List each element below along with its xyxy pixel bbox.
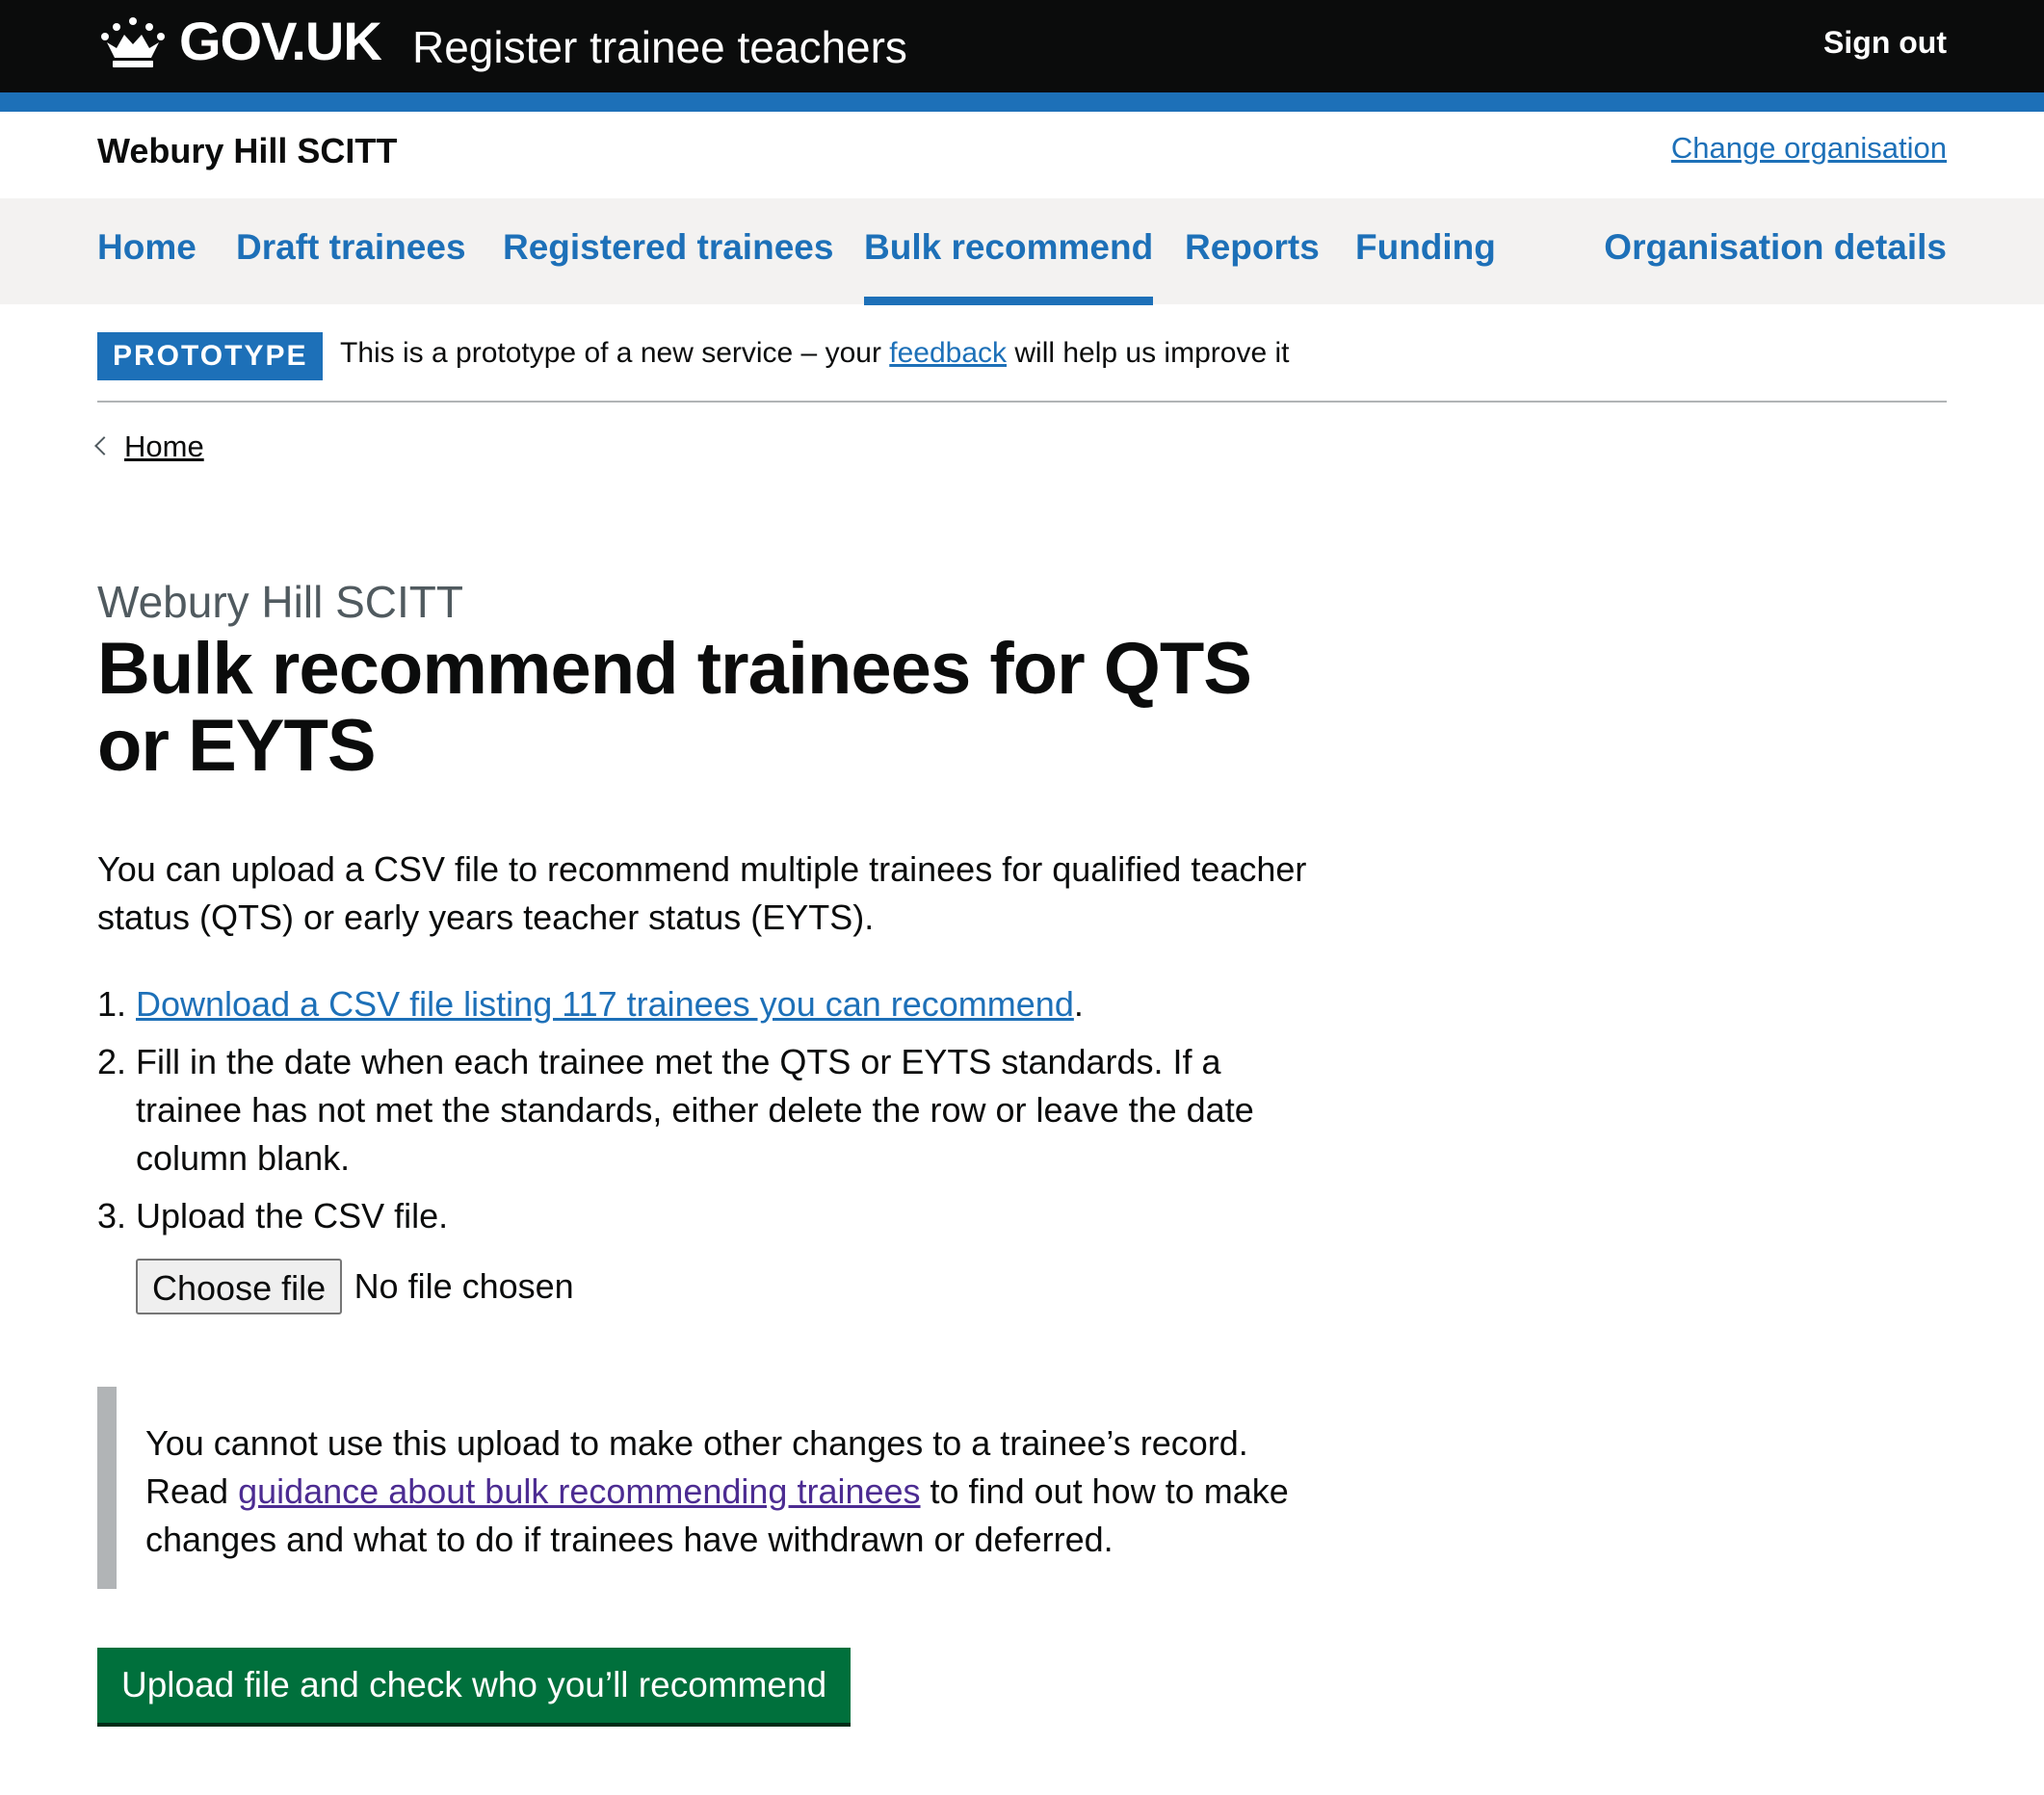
- govuk-header: GOV.UK Register trainee teachers Sign ou…: [0, 0, 2044, 92]
- page-title: Bulk recommend trainees for QTS or EYTS: [97, 628, 1252, 787]
- choose-file-button[interactable]: Choose file: [136, 1259, 343, 1314]
- step-punctuation: .: [1073, 984, 1084, 1024]
- feedback-link[interactable]: feedback: [889, 337, 1007, 369]
- breadcrumb: Home: [94, 429, 204, 464]
- inset-paragraph: You cannot use this upload to make other…: [145, 1419, 1301, 1564]
- nav-item-registered-trainees[interactable]: Registered trainees: [503, 227, 833, 268]
- step-number: 1.: [97, 984, 127, 1024]
- page-caption: Webury Hill SCITT: [97, 577, 463, 627]
- sign-out-link[interactable]: Sign out: [1823, 25, 1947, 61]
- step-number: 3.: [97, 1196, 127, 1236]
- steps-list: 1. Download a CSV file listing 117 train…: [97, 980, 1311, 1250]
- phase-text-after: will help us improve it: [1007, 337, 1290, 369]
- service-name[interactable]: Register trainee teachers: [412, 21, 907, 73]
- list-item: 1. Download a CSV file listing 117 train…: [97, 980, 1311, 1028]
- step-text: Fill in the date when each trainee met t…: [136, 1042, 1254, 1178]
- header-accent-bar: [0, 92, 2044, 112]
- phase-text-before: This is a prototype of a new service – y…: [340, 337, 890, 369]
- nav-item-funding[interactable]: Funding: [1355, 227, 1496, 268]
- nav-item-home[interactable]: Home: [97, 227, 197, 268]
- phase-tag: PROTOTYPE: [97, 332, 324, 380]
- download-csv-link[interactable]: Download a CSV file listing 117 trainees…: [136, 984, 1074, 1024]
- step-number: 2.: [97, 1042, 127, 1081]
- nav-item-reports[interactable]: Reports: [1185, 227, 1320, 268]
- primary-navigation: Home Draft trainees Registered trainees …: [0, 198, 2044, 305]
- nav-item-organisation-details[interactable]: Organisation details: [1604, 227, 1947, 268]
- organisation-bar: Webury Hill SCITT Change organisation: [0, 112, 2044, 198]
- govuk-logo-text[interactable]: GOV.UK: [179, 10, 382, 72]
- change-organisation-link[interactable]: Change organisation: [1671, 131, 1947, 166]
- step-text: Upload the CSV file.: [136, 1196, 449, 1236]
- nav-item-bulk-recommend[interactable]: Bulk recommend: [864, 227, 1154, 305]
- guidance-link[interactable]: guidance about bulk recommending trainee…: [238, 1471, 920, 1511]
- list-item: 2. Fill in the date when each trainee me…: [97, 1038, 1311, 1183]
- breadcrumb-home-link[interactable]: Home: [124, 429, 204, 463]
- intro-paragraph: You can upload a CSV file to recommend m…: [97, 849, 1307, 937]
- file-upload-input: Choose file No file chosen: [136, 1259, 574, 1318]
- file-status: No file chosen: [354, 1266, 574, 1306]
- phase-banner-text: This is a prototype of a new service – y…: [340, 337, 1289, 370]
- crown-icon: [101, 17, 165, 67]
- chevron-left-icon: [94, 436, 114, 455]
- phase-banner: PROTOTYPE This is a prototype of a new s…: [97, 304, 1947, 403]
- list-item: 3. Upload the CSV file.: [97, 1192, 1311, 1240]
- nav-item-draft-trainees[interactable]: Draft trainees: [236, 227, 466, 268]
- organisation-name: Webury Hill SCITT: [97, 131, 398, 170]
- upload-file-button[interactable]: Upload file and check who you’ll recomme…: [97, 1648, 852, 1723]
- inset-text: You cannot use this upload to make other…: [97, 1387, 1330, 1589]
